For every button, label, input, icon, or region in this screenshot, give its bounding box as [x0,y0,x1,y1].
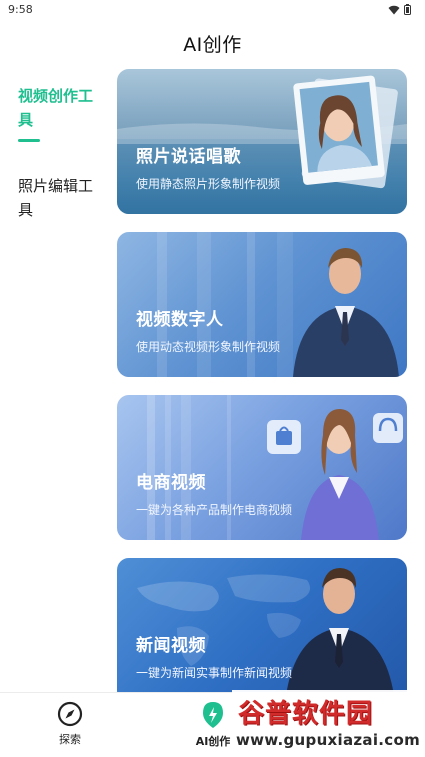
card-title: 照片说话唱歌 [136,147,241,167]
card-ecommerce-video[interactable]: 电商视频 一键为各种产品制作电商视频 [117,395,407,540]
card-subtitle: 一键为各种产品制作电商视频 [136,503,293,517]
card-photo-talk-sing[interactable]: 照片说话唱歌 使用静态照片形象制作视频 [117,69,407,214]
card-subtitle: 使用静态照片形象制作视频 [136,177,281,191]
card-title: 视频数字人 [136,310,224,330]
nav-item-explore[interactable]: 探索 [25,701,115,747]
sidebar-item-video-tools[interactable]: 视频创作工具 [18,84,100,132]
status-bar: 9:58 [0,0,425,22]
card-video-digital-human[interactable]: 视频数字人 使用动态视频形象制作视频 [117,232,407,377]
nav-label: 探索 [59,733,81,746]
sidebar-active-indicator [18,139,40,142]
battery-icon [404,4,411,15]
watermark-url: www.gupuxiazai.com [236,731,421,749]
card-title: 新闻视频 [136,636,206,656]
card-subtitle: 使用动态视频形象制作视频 [136,340,281,354]
card-subtitle: 一键为新闻实事制作新闻视频 [136,666,293,680]
ai-spark-icon [203,702,223,728]
status-icons [388,4,411,15]
status-time: 9:58 [8,3,33,16]
watermark-name: 谷普软件园 [238,699,374,729]
wifi-icon [388,5,400,14]
card-title: 电商视频 [136,473,206,493]
compass-icon [57,701,83,727]
watermark-overlay: 谷普软件园 www.gupuxiazai.com [232,690,425,757]
page-title: AI创作 [183,34,242,56]
card-news-video[interactable]: 新闻视频 一键为新闻实事制作新闻视频 [117,558,407,703]
sidebar-item-photo-tools[interactable]: 照片编辑工具 [18,174,100,222]
